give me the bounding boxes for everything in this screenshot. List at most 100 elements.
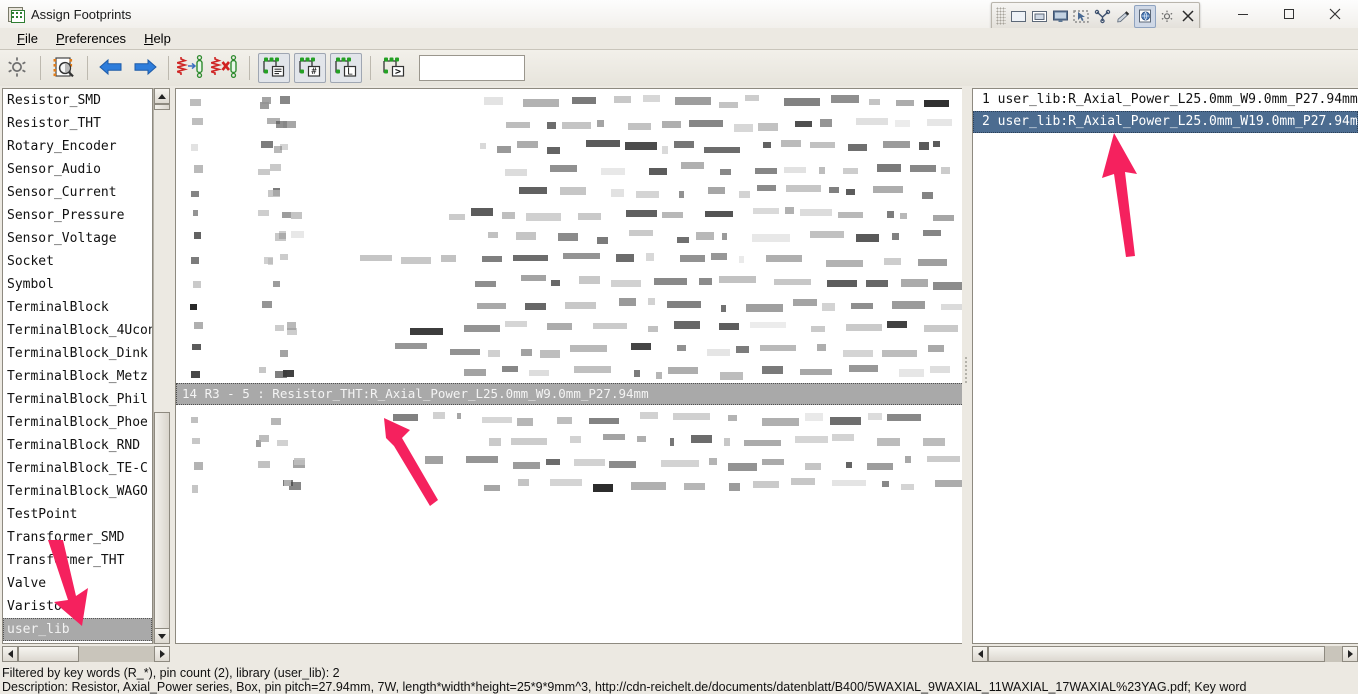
library-list-item[interactable]: Sensor_Pressure — [3, 204, 152, 227]
library-list-item[interactable]: Sensor_Current — [3, 181, 152, 204]
library-list-item[interactable]: TerminalBlock_Metz — [3, 365, 152, 388]
scroll-up-arrow[interactable] — [154, 88, 170, 104]
table-row[interactable] — [176, 451, 964, 474]
library-list-item[interactable]: Valve — [3, 572, 152, 595]
library-list-item[interactable]: TestPoint — [3, 503, 152, 526]
drag-handle-icon[interactable] — [996, 7, 1006, 25]
color-picker-icon[interactable] — [1113, 6, 1133, 27]
filter-pincount-button[interactable]: # — [294, 53, 326, 83]
next-button[interactable] — [128, 52, 162, 84]
library-list-item[interactable]: Transformer_THT — [3, 549, 152, 572]
rectangle-capture-icon[interactable] — [1009, 6, 1029, 27]
library-list-item[interactable]: Sensor_Voltage — [3, 227, 152, 250]
table-row[interactable] — [176, 360, 964, 383]
maximize-button[interactable] — [1266, 0, 1312, 28]
menu-help[interactable]: Help — [135, 29, 180, 48]
screen-capture-toolbar[interactable] — [991, 2, 1200, 30]
table-row[interactable] — [176, 179, 964, 202]
scroll-right-arrow[interactable] — [154, 646, 170, 662]
footprint-candidate-list[interactable]: 1 user_lib:R_Axial_Power_L25.0mm_W9.0mm_… — [973, 89, 1358, 133]
pane-splitter[interactable] — [962, 88, 970, 644]
component-assignment-pane[interactable]: 14 R3 - 5 : Resistor_THT:R_Axial_Power_L… — [175, 88, 965, 644]
scroll-right-arrow[interactable] — [1342, 646, 1358, 662]
table-row[interactable] — [176, 157, 964, 180]
menu-file[interactable]: File — [8, 29, 47, 48]
table-row[interactable] — [176, 473, 964, 496]
selected-component-row[interactable]: 14 R3 - 5 : Resistor_THT:R_Axial_Power_L… — [176, 382, 964, 406]
footprint-candidate-pane[interactable]: 1 user_lib:R_Axial_Power_L25.0mm_W9.0mm_… — [972, 88, 1358, 644]
library-hscroll-thumb[interactable] — [18, 646, 79, 662]
library-list-item[interactable]: TerminalBlock_4Ucon — [3, 319, 152, 342]
library-list-item[interactable]: TerminalBlock_Dink — [3, 342, 152, 365]
redacted-text — [176, 270, 964, 293]
footprint-horizontal-scrollbar[interactable] — [972, 646, 1358, 662]
menu-preferences[interactable]: Preferences — [47, 29, 135, 48]
table-row[interactable] — [176, 292, 964, 315]
library-list-item[interactable]: TerminalBlock_Phoe — [3, 411, 152, 434]
menu-file-mnemonic: F — [17, 31, 25, 46]
toolbar-separator — [370, 56, 371, 80]
footprint-library-pane[interactable]: Resistor_SMD Resistor_THT Rotary_Encoder Se… — [2, 88, 153, 644]
library-list-item[interactable]: TerminalBlock — [3, 296, 152, 319]
table-row[interactable] — [176, 428, 964, 451]
main-content: Resistor_SMD Resistor_THT Rotary_Encoder Se… — [0, 86, 1358, 666]
footprint-list-item[interactable]: 2 user_lib:R_Axial_Power_L25.0mm_W19.0mm… — [973, 111, 1358, 133]
library-list-item[interactable]: Sensor_Audio — [3, 158, 152, 181]
library-list-item[interactable]: Rotary_Encoder — [3, 135, 152, 158]
filter-keyword-button[interactable]: L — [330, 53, 362, 83]
table-row[interactable] — [176, 315, 964, 338]
library-scroll-thumb[interactable] — [154, 412, 170, 630]
previous-button[interactable] — [94, 52, 128, 84]
filter-gt-icon: > — [381, 55, 407, 82]
table-row[interactable] — [176, 270, 964, 293]
library-horizontal-scrollbar[interactable] — [2, 646, 170, 662]
component-assignment-list[interactable]: 14 R3 - 5 : Resistor_THT:R_Axial_Power_L… — [176, 89, 964, 496]
library-list-item[interactable]: TerminalBlock_TE-C — [3, 457, 152, 480]
table-row[interactable] — [176, 247, 964, 270]
library-list-item[interactable]: Varistor — [3, 595, 152, 618]
library-scroll-thumb-top[interactable] — [154, 104, 170, 110]
redacted-text — [176, 202, 964, 225]
table-row[interactable] — [176, 338, 964, 361]
library-list-item[interactable]: user_lib — [3, 618, 152, 641]
delete-assoc-button[interactable] — [207, 52, 243, 84]
library-list-item[interactable]: Resistor_SMD — [3, 89, 152, 112]
library-list-item[interactable]: TerminalBlock_Phil — [3, 388, 152, 411]
close-button[interactable] — [1312, 0, 1358, 28]
library-list-item[interactable]: Socket — [3, 250, 152, 273]
minimize-button[interactable] — [1220, 0, 1266, 28]
fullscreen-capture-icon[interactable] — [1050, 6, 1070, 27]
table-row[interactable] — [176, 134, 964, 157]
scroll-left-arrow[interactable] — [2, 646, 18, 662]
footprint-library-list[interactable]: Resistor_SMD Resistor_THT Rotary_Encoder Se… — [3, 89, 152, 641]
footprint-hscroll-thumb[interactable] — [988, 646, 1325, 662]
table-row[interactable] — [176, 405, 964, 428]
window-capture-icon[interactable] — [1029, 6, 1049, 27]
table-row[interactable] — [176, 112, 964, 135]
footprint-filter-input[interactable] — [419, 55, 525, 81]
filter-library-button[interactable] — [258, 53, 290, 83]
library-vertical-scrollbar[interactable] — [153, 88, 171, 644]
freehand-capture-icon[interactable] — [1071, 6, 1091, 27]
upload-tool-icon[interactable] — [1134, 4, 1157, 28]
library-list-item[interactable]: Resistor_THT — [3, 112, 152, 135]
menu-file-rest: ile — [24, 31, 38, 46]
settings-gear-icon[interactable] — [1157, 6, 1177, 27]
library-list-item[interactable]: TerminalBlock_RND — [3, 434, 152, 457]
footprint-list-item[interactable]: 1 user_lib:R_Axial_Power_L25.0mm_W9.0mm_… — [973, 89, 1358, 111]
table-row[interactable] — [176, 202, 964, 225]
shape-tool-icon[interactable] — [1092, 6, 1112, 27]
scroll-down-arrow[interactable] — [154, 628, 170, 644]
table-row[interactable] — [176, 89, 964, 112]
filter-text-button[interactable]: > — [377, 52, 411, 84]
library-list-item[interactable]: TerminalBlock_WAGO — [3, 480, 152, 503]
configure-paths-button[interactable] — [0, 52, 34, 84]
library-list-item[interactable]: Transformer_SMD — [3, 526, 152, 549]
table-row[interactable] — [176, 225, 964, 248]
library-list-item[interactable]: Symbol — [3, 273, 152, 296]
close-tool-icon[interactable] — [1178, 6, 1198, 27]
auto-assign-button[interactable] — [173, 52, 209, 84]
scroll-left-arrow[interactable] — [972, 646, 988, 662]
footprint-library-editor-button[interactable] — [47, 52, 81, 84]
redacted-text — [176, 247, 964, 270]
